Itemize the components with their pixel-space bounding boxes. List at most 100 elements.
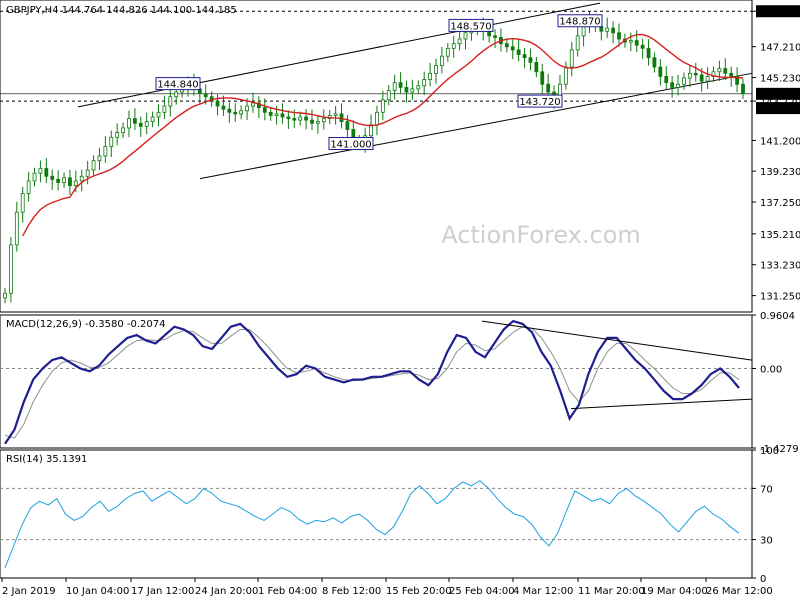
candle-body	[203, 93, 208, 98]
rsi-tick-label: 100	[760, 446, 779, 457]
time-tick-label: 24 Jan 20:00	[195, 586, 258, 597]
price-tick-label: 139.230	[760, 167, 800, 178]
candle-body	[575, 35, 580, 51]
chart-canvas: ActionForex.com GBPJPY,H4 144.764 144.82…	[0, 0, 800, 597]
time-tick-label: 2 Jan 2019	[2, 586, 56, 597]
candle-body	[546, 83, 551, 93]
price-label-text: 141.000	[330, 140, 371, 151]
candle-body	[416, 85, 421, 90]
candle-body	[563, 66, 568, 85]
macd-panel: MACD(12,26,9) -0.3580 -0.2074	[0, 314, 753, 449]
candle-body	[392, 82, 397, 91]
candle-body	[221, 105, 226, 110]
candle-body	[687, 72, 692, 79]
candle-body	[628, 40, 633, 43]
candle-body	[56, 178, 61, 183]
candle-body	[398, 82, 403, 88]
last-price-tag-text: 144.185	[758, 90, 799, 101]
time-tick-label: 25 Feb 04:00	[449, 586, 515, 597]
candle-body	[540, 71, 545, 85]
candle-body	[121, 127, 125, 133]
candle-body	[14, 211, 19, 246]
rsi-header: RSI(14) 35.1391	[6, 454, 87, 465]
candle-body	[386, 90, 391, 101]
candle-body	[227, 108, 232, 113]
price-label-text: 143.720	[519, 97, 560, 108]
candle-body	[723, 68, 728, 74]
candle-body	[162, 105, 167, 113]
candle-body	[333, 113, 338, 116]
candle-body	[369, 124, 373, 137]
candle-body	[9, 244, 13, 294]
candle-body	[26, 180, 31, 194]
candle-body	[44, 168, 49, 177]
candle-body	[103, 146, 108, 157]
candle-body	[79, 175, 84, 182]
time-tick-label: 15 Feb 20:00	[386, 586, 452, 597]
candle-body	[605, 27, 610, 32]
candle-body	[428, 72, 432, 80]
level-tag-text: 149.480	[758, 7, 799, 18]
candle-body	[404, 86, 409, 93]
candle-body	[741, 83, 745, 94]
price-tick-label: 135.210	[760, 230, 800, 241]
candle-body	[262, 107, 267, 113]
time-tick-label: 8 Feb 12:00	[322, 586, 381, 597]
candle-body	[504, 43, 509, 48]
candle-body	[156, 111, 161, 118]
price-tick-label: 137.250	[760, 198, 800, 209]
candle-body	[292, 118, 297, 121]
rsi-tick-label: 70	[760, 484, 773, 495]
price-panel: ActionForex.com GBPJPY,H4 144.764 144.82…	[0, 0, 753, 313]
macd-tick-label: 0.9604	[760, 311, 795, 322]
candle-body	[682, 77, 686, 85]
time-axis: 2 Jan 2019 10 Jan 04:00 17 Jan 12:00 24 Jan…	[1, 578, 773, 597]
candle-body	[115, 132, 120, 138]
candle-body	[439, 55, 444, 66]
candle-body	[321, 118, 326, 123]
price-header: GBPJPY,H4 144.764 144.826 144.100 144.18…	[6, 5, 237, 16]
candle-body	[316, 121, 320, 124]
price-tick-label: 141.200	[760, 136, 800, 147]
candle-body	[705, 76, 710, 82]
rsi-panel: RSI(14) 35.1391	[0, 449, 753, 579]
time-tick-label: 17 Jan 12:00	[131, 586, 194, 597]
candle-body	[640, 44, 645, 49]
candle-body	[522, 54, 527, 59]
candle-body	[150, 116, 155, 123]
candle-body	[699, 74, 704, 82]
time-tick-label: 19 Mar 04:00	[641, 586, 708, 597]
candle-body	[50, 175, 55, 180]
price-axis: 149.480 147.210 145.230 143.720 141.200 139.2…	[752, 5, 800, 303]
candle-body	[298, 116, 303, 121]
price-tick-label: 133.230	[760, 261, 800, 272]
candle-body	[422, 79, 427, 87]
candle-body	[20, 193, 25, 213]
level-tag-text: 143.720	[758, 104, 799, 115]
candle-body	[233, 111, 238, 115]
time-tick-label: 26 Mar 12:00	[706, 586, 773, 597]
candle-body	[132, 118, 137, 124]
candle-body	[85, 169, 90, 177]
candle-body	[304, 116, 309, 121]
candle-body	[91, 160, 96, 171]
candle-body	[97, 155, 102, 162]
candle-body	[138, 122, 143, 127]
candle-body	[646, 47, 651, 59]
candle-body	[457, 38, 462, 45]
rsi-tick-label: 0	[760, 574, 766, 585]
price-label-text: 148.870	[559, 17, 600, 28]
candle-body	[516, 49, 521, 55]
candle-body	[493, 35, 497, 38]
price-label-text: 148.570	[450, 21, 491, 32]
time-tick-label: 1 Feb 04:00	[258, 586, 317, 597]
candle-body	[729, 72, 734, 77]
candle-body	[451, 43, 456, 49]
candle-body	[239, 110, 244, 115]
rsi-tick-label: 30	[760, 536, 773, 547]
candle-body	[268, 111, 273, 116]
candle-body	[617, 32, 621, 40]
candle-body	[62, 177, 66, 183]
candle-body	[280, 113, 285, 118]
candle-body	[658, 66, 663, 77]
